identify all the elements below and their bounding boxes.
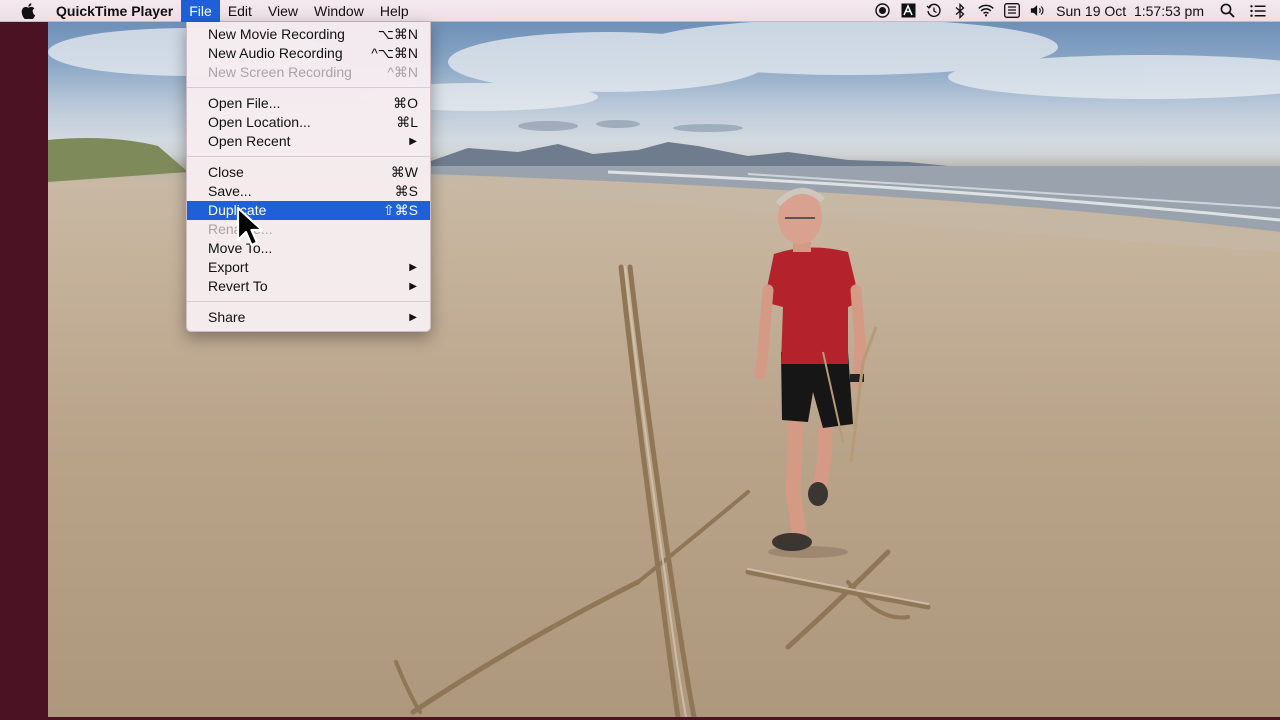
shortcut-label: ⇧⌘S <box>382 202 418 218</box>
shortcut-label: ⌘L <box>396 114 418 130</box>
shortcut-label: ⌘W <box>390 164 418 180</box>
menu-item-label: Open File... <box>208 95 281 111</box>
menu-item-share[interactable]: Share ▶ <box>187 308 430 327</box>
menu-item-new-audio-recording[interactable]: New Audio Recording ^⌥⌘N <box>187 44 430 63</box>
status-area: Sun 19 Oct 1:57:53 pm <box>869 0 1280 22</box>
menu-item-move-to[interactable]: Move To... <box>187 239 430 258</box>
menu-separator <box>187 87 430 88</box>
menu-item-new-screen-recording: New Screen Recording ^⌘N <box>187 63 430 82</box>
menu-item-label: Share <box>208 309 246 325</box>
shortcut-label: ⌥⌘N <box>377 26 418 42</box>
person-walking <box>754 188 878 558</box>
menu-item-label: Open Location... <box>208 114 311 130</box>
volume-icon[interactable] <box>1030 3 1046 19</box>
submenu-arrow-icon: ▶ <box>409 262 417 273</box>
submenu-arrow-icon: ▶ <box>409 136 417 147</box>
shortcut-label: ^⌘N <box>387 64 418 80</box>
menu-item-label: New Movie Recording <box>208 26 345 42</box>
mouse-pointer-icon <box>236 206 264 253</box>
shortcut-label: ⌘O <box>393 95 418 111</box>
menu-item-label: Revert To <box>208 278 268 294</box>
record-icon[interactable] <box>874 3 890 19</box>
menu-item-label: New Screen Recording <box>208 64 352 80</box>
submenu-arrow-icon: ▶ <box>409 312 417 323</box>
apple-menu-icon[interactable] <box>0 0 46 22</box>
menu-separator <box>187 301 430 302</box>
submenu-arrow-icon: ▶ <box>409 281 417 292</box>
file-menu-dropdown: New Movie Recording ⌥⌘N New Audio Record… <box>186 22 431 332</box>
menu-view[interactable]: View <box>260 0 306 22</box>
menu-item-open-location[interactable]: Open Location... ⌘L <box>187 113 430 132</box>
shortcut-label: ⌘S <box>394 183 418 199</box>
menu-item-label: Save... <box>208 183 252 199</box>
menu-edit[interactable]: Edit <box>220 0 260 22</box>
notification-center-icon[interactable] <box>1250 3 1266 19</box>
wifi-icon[interactable] <box>978 3 994 19</box>
menu-item-rename: Rename... <box>187 220 430 239</box>
clock-datetime[interactable]: Sun 19 Oct 1:57:53 pm <box>1051 3 1209 19</box>
menu-item-label: Close <box>208 164 244 180</box>
menu-item-close[interactable]: Close ⌘W <box>187 163 430 182</box>
shortcut-label: ^⌥⌘N <box>371 45 418 61</box>
menu-item-new-movie-recording[interactable]: New Movie Recording ⌥⌘N <box>187 25 430 44</box>
menu-help[interactable]: Help <box>372 0 417 22</box>
bluetooth-icon[interactable] <box>952 2 968 19</box>
menu-item-export[interactable]: Export ▶ <box>187 258 430 277</box>
time-machine-icon[interactable] <box>926 3 942 19</box>
spotlight-icon[interactable] <box>1219 3 1235 19</box>
app-name-menu[interactable]: QuickTime Player <box>46 0 181 22</box>
menu-separator <box>187 156 430 157</box>
sand-drawing <box>394 264 931 717</box>
menu-item-label: New Audio Recording <box>208 45 343 61</box>
menu-item-label: Export <box>208 259 249 275</box>
menu-item-save[interactable]: Save... ⌘S <box>187 182 430 201</box>
keyboard-icon[interactable] <box>1004 3 1021 19</box>
menu-item-open-file[interactable]: Open File... ⌘O <box>187 94 430 113</box>
menu-bar: QuickTime Player File Edit View Window H… <box>0 0 1280 22</box>
text-input-icon[interactable] <box>900 3 916 19</box>
distant-mountains <box>428 142 948 166</box>
sand-dunes <box>48 138 188 182</box>
menu-item-revert-to[interactable]: Revert To ▶ <box>187 277 430 296</box>
menu-item-label: Open Recent <box>208 133 291 149</box>
menu-item-duplicate[interactable]: Duplicate ⇧⌘S <box>187 201 430 220</box>
menu-window[interactable]: Window <box>306 0 372 22</box>
menu-item-open-recent[interactable]: Open Recent ▶ <box>187 132 430 151</box>
menu-file[interactable]: File <box>181 0 220 22</box>
